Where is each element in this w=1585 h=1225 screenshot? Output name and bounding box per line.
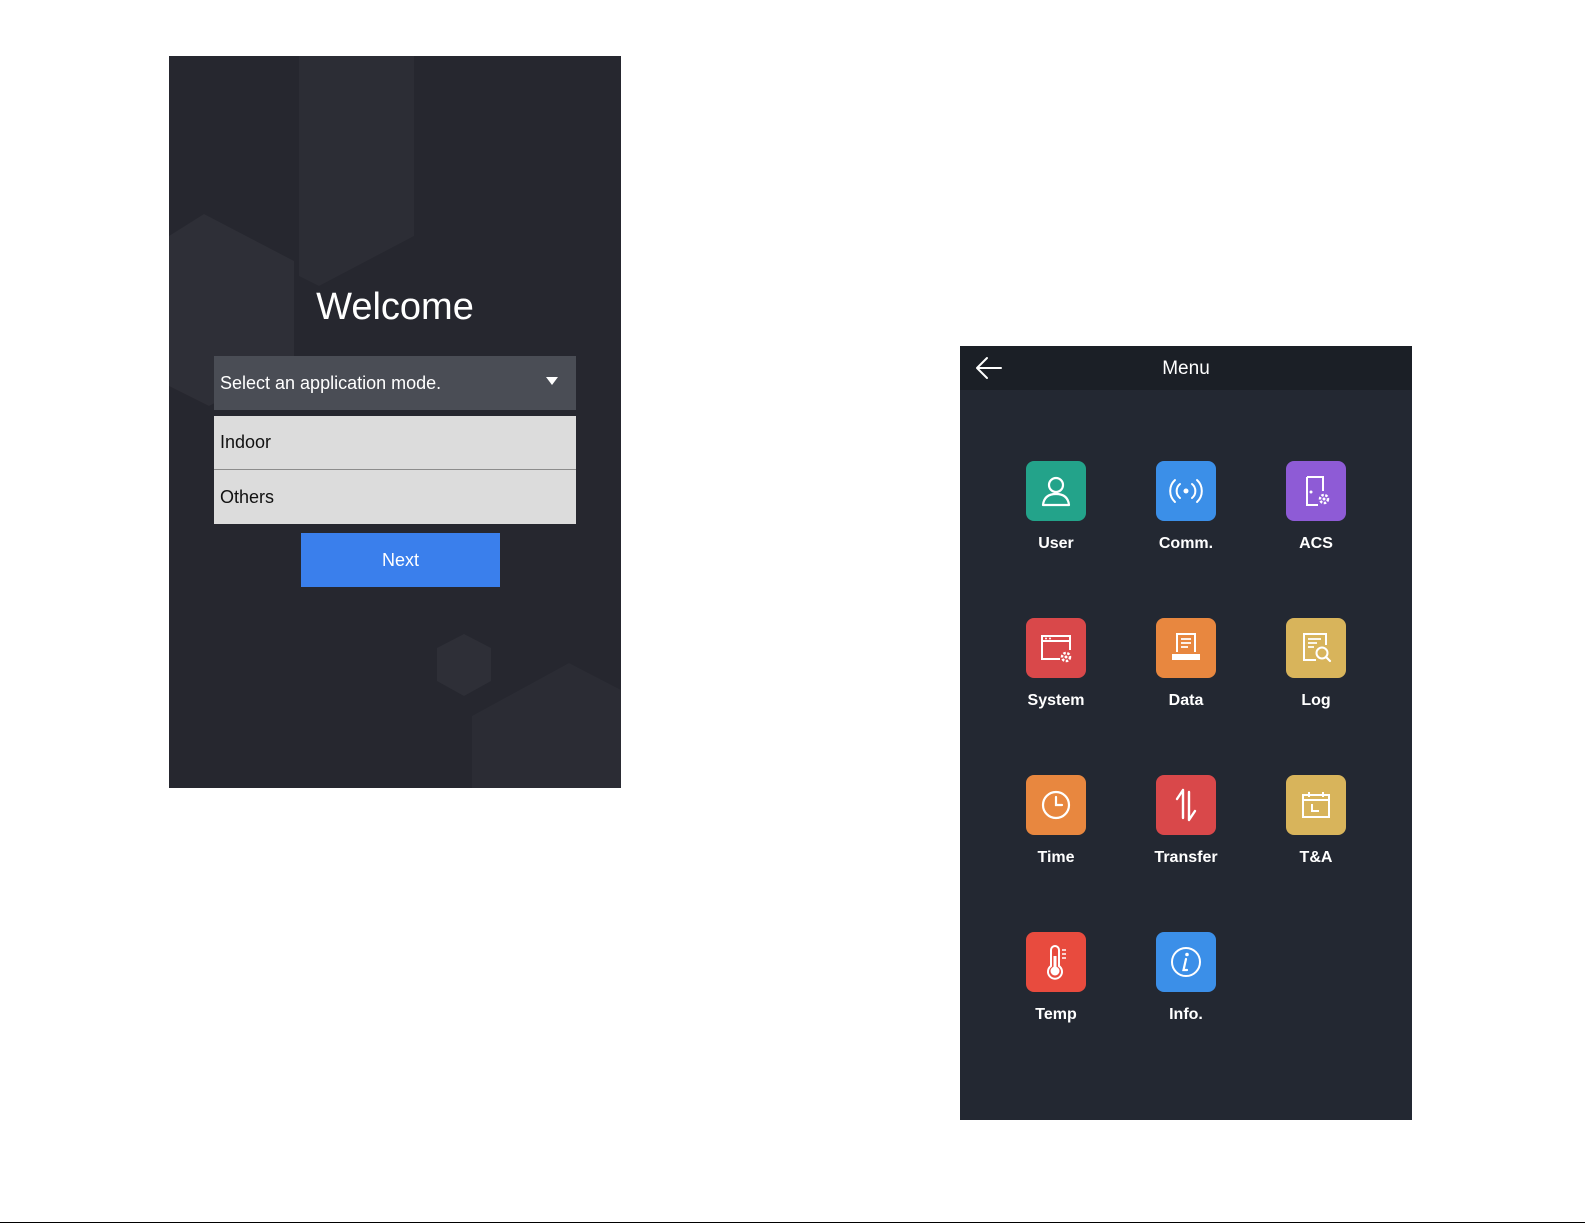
thermometer-icon xyxy=(1026,932,1086,992)
option-label: Others xyxy=(220,486,275,507)
menu-item-time[interactable]: Time xyxy=(1001,775,1111,885)
option-label: Indoor xyxy=(220,432,272,452)
caret-down-icon xyxy=(546,377,558,385)
system-icon xyxy=(1026,618,1086,678)
menu-item-acs[interactable]: ACS xyxy=(1261,461,1371,571)
option-indoor[interactable]: Indoor xyxy=(214,416,576,469)
application-mode-options: Indoor Others xyxy=(214,416,576,524)
menu-item-label: User xyxy=(1038,535,1074,552)
application-mode-dropdown[interactable]: Select an application mode. xyxy=(214,356,576,410)
menu-item-user[interactable]: User xyxy=(1001,461,1111,571)
menu-screen: Menu User Comm. ACS System Data Log Time… xyxy=(960,346,1412,1120)
comm-icon xyxy=(1156,461,1216,521)
menu-item-label: Time xyxy=(1037,849,1075,866)
calendar-icon xyxy=(1286,775,1346,835)
menu-header: Menu xyxy=(960,346,1412,390)
log-icon xyxy=(1286,618,1346,678)
menu-item-label: Log xyxy=(1301,692,1331,709)
page-divider xyxy=(0,1222,1585,1223)
transfer-icon xyxy=(1156,775,1216,835)
user-icon xyxy=(1026,461,1086,521)
menu-item-label: Transfer xyxy=(1154,849,1218,866)
data-icon xyxy=(1156,618,1216,678)
acs-icon xyxy=(1286,461,1346,521)
option-others[interactable]: Others xyxy=(214,469,576,524)
menu-item-label: Temp xyxy=(1035,1006,1077,1023)
menu-title: Menu xyxy=(1162,358,1210,379)
menu-item-label: T&A xyxy=(1299,849,1333,866)
application-mode-placeholder: Select an application mode. xyxy=(220,372,442,393)
menu-item-system[interactable]: System xyxy=(1001,618,1111,728)
menu-item-label: Comm. xyxy=(1158,535,1214,552)
menu-item-data[interactable]: Data xyxy=(1131,618,1241,728)
menu-item-label: Info. xyxy=(1169,1006,1203,1023)
welcome-screen: Welcome Select an application mode. Indo… xyxy=(169,56,621,788)
clock-icon xyxy=(1026,775,1086,835)
menu-item-label: ACS xyxy=(1299,535,1333,552)
menu-item-label: Data xyxy=(1168,692,1204,709)
menu-item-log[interactable]: Log xyxy=(1261,618,1371,728)
menu-item-temp[interactable]: Temp xyxy=(1001,932,1111,1042)
menu-item-transfer[interactable]: Transfer xyxy=(1131,775,1241,885)
menu-item-label: System xyxy=(1027,692,1085,709)
menu-item-ta[interactable]: T&A xyxy=(1261,775,1371,885)
welcome-title: Welcome xyxy=(316,286,474,328)
next-button[interactable]: Next xyxy=(301,533,500,587)
menu-item-info[interactable]: Info. xyxy=(1131,932,1241,1042)
info-icon xyxy=(1156,932,1216,992)
menu-item-comm[interactable]: Comm. xyxy=(1131,461,1241,571)
